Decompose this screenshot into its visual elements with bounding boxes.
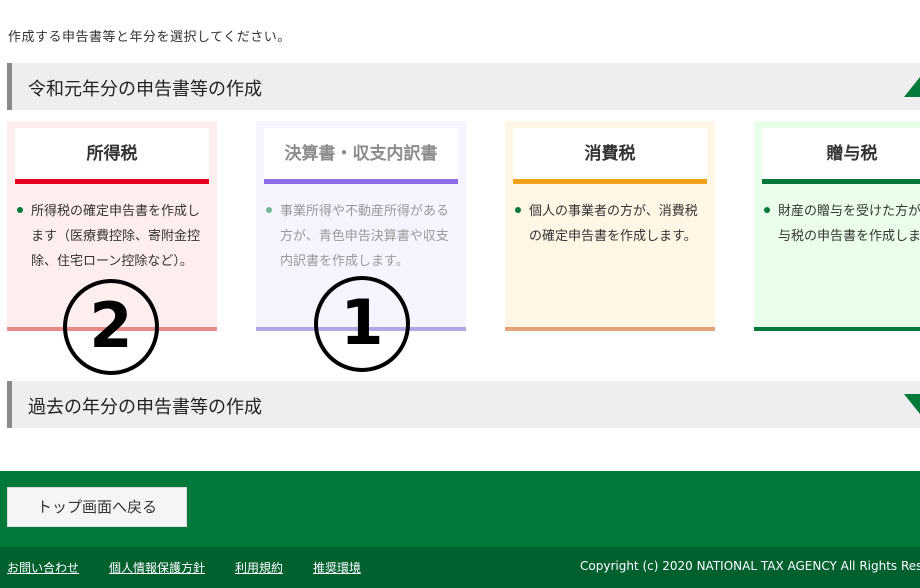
footer-link-contact[interactable]: お問い合わせ [7,559,79,576]
back-to-top-button[interactable]: トップ画面へ戻る [7,487,187,527]
card-consumption-tax-description: 個人の事業者の方が、消費税の確定申告書を作成します。 [529,204,698,244]
section-current-year-title: 令和元年分の申告書等の作成 [28,79,262,100]
card-gift-tax-description: 財産の贈与を受けた方が、贈与税の申告書を作成します。 [778,204,920,244]
copyright-text: Copyright (c) 2020 NATIONAL TAX AGENCY A… [580,559,920,573]
card-consumption-tax-title: 消費税 [513,128,707,182]
bullet-icon [266,207,272,213]
card-income-tax-description: 所得税の確定申告書を作成します（医療費控除、寄附金控除、住宅ローン控除など）。 [31,204,201,269]
footer-link-terms[interactable]: 利用規約 [235,559,283,576]
bullet-icon [17,207,23,213]
footer-link-environment[interactable]: 推奨環境 [313,559,361,576]
card-bottom-border [505,327,715,331]
card-accent-line [264,179,458,184]
expand-triangle-icon[interactable] [904,394,920,414]
card-gift-tax[interactable]: 贈与税 財産の贈与を受けた方が、贈与税の申告書を作成します。 [754,121,920,331]
intro-text: 作成する申告書等と年分を選択してください。 [8,30,291,45]
card-financial-statement-title: 決算書・収支内訳書 [264,128,458,182]
annotation-number-2: 2 [63,279,159,375]
card-accent-line [762,179,920,184]
card-gift-tax-title: 贈与税 [762,128,920,182]
section-past-years[interactable]: 過去の年分の申告書等の作成 [7,381,920,428]
footer-nav-area: トップ画面へ戻る [0,471,920,547]
bullet-icon [515,207,521,213]
bullet-icon [764,207,770,213]
card-income-tax-title: 所得税 [15,128,209,182]
card-consumption-tax[interactable]: 消費税 個人の事業者の方が、消費税の確定申告書を作成します。 [505,121,715,331]
footer-link-privacy[interactable]: 個人情報保護方針 [109,559,205,576]
footer-bar: お問い合わせ 個人情報保護方針 利用規約 推奨環境 Copyright (c) … [0,547,920,588]
card-accent-line [513,179,707,184]
card-bottom-border [754,327,920,331]
card-accent-line [15,179,209,184]
section-past-years-title: 過去の年分の申告書等の作成 [28,397,262,418]
card-financial-statement-description: 事業所得や不動産所得がある方が、青色申告決算書や収支内訳書を作成します。 [280,204,450,269]
section-current-year[interactable]: 令和元年分の申告書等の作成 [7,63,920,110]
collapse-triangle-icon[interactable] [904,77,920,97]
annotation-number-1: 1 [314,276,410,372]
